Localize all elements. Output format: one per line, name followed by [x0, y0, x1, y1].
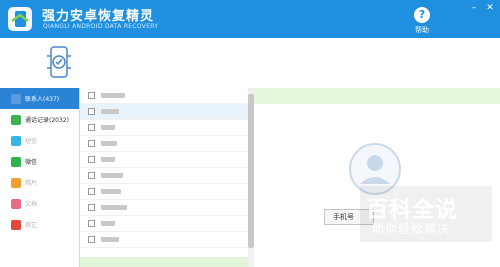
- sidebar-item-label: 文档: [25, 201, 38, 208]
- row-checkbox[interactable]: [88, 108, 95, 115]
- list-item[interactable]: [80, 136, 248, 152]
- apps-icon: [11, 219, 21, 230]
- row-checkbox[interactable]: [88, 220, 95, 227]
- row-checkbox[interactable]: [88, 92, 95, 99]
- list-item[interactable]: [80, 232, 248, 248]
- title-bar: 强力安卓恢复精灵 QIANGLI ANDROID DATA RECOVERY ?…: [0, 0, 500, 38]
- category-sidebar: 联系人(437) 通话记录(2032) 短信 微信 照片 文档 其它: [0, 88, 80, 267]
- blurred-contact-name: [101, 93, 125, 98]
- contacts-icon: [11, 93, 21, 104]
- sidebar-item-label: 其它: [25, 222, 38, 229]
- sidebar-item-call-log[interactable]: 通话记录(2032): [0, 109, 79, 130]
- help-label: 帮助: [415, 26, 429, 34]
- row-checkbox[interactable]: [88, 140, 95, 147]
- list-item[interactable]: [80, 168, 248, 184]
- blurred-contact-name: [101, 109, 119, 114]
- list-item[interactable]: [80, 184, 248, 200]
- row-checkbox[interactable]: [88, 236, 95, 243]
- help-button[interactable]: ? 帮助: [410, 7, 434, 35]
- blurred-contact-name: [101, 141, 117, 146]
- blurred-contact-name: [101, 173, 123, 178]
- sidebar-item-label: 通话记录(2032): [25, 117, 69, 124]
- photo-icon: [11, 177, 21, 188]
- sidebar-item-label: 照片: [25, 180, 38, 187]
- sidebar-item-other[interactable]: 其它: [0, 214, 79, 235]
- device-scan-icon: [47, 46, 71, 78]
- banner: [0, 38, 500, 88]
- minimize-icon[interactable]: –: [468, 2, 480, 14]
- window-controls: – ✕: [468, 2, 496, 14]
- phone-icon: [11, 114, 21, 125]
- list-item[interactable]: [80, 88, 248, 104]
- sidebar-item-photos[interactable]: 照片: [0, 172, 79, 193]
- sms-icon: [11, 135, 21, 146]
- row-checkbox[interactable]: [88, 156, 95, 163]
- blurred-contact-name: [101, 221, 115, 226]
- document-icon: [11, 198, 21, 209]
- blurred-contact-name: [101, 157, 115, 162]
- blurred-contact-name: [101, 125, 115, 130]
- close-icon[interactable]: ✕: [484, 2, 496, 14]
- blurred-contact-name: [101, 205, 127, 210]
- list-item[interactable]: [80, 120, 248, 136]
- sidebar-item-label: 短信: [25, 138, 38, 145]
- list-item[interactable]: [80, 200, 248, 216]
- app-title: 强力安卓恢复精灵: [42, 9, 155, 24]
- app-subtitle: QIANGLI ANDROID DATA RECOVERY: [43, 23, 159, 30]
- list-status-strip: [80, 257, 248, 267]
- row-checkbox[interactable]: [88, 172, 95, 179]
- sidebar-item-documents[interactable]: 文档: [0, 193, 79, 214]
- sidebar-item-label: 联系人(437): [25, 96, 60, 103]
- row-checkbox[interactable]: [88, 188, 95, 195]
- row-checkbox[interactable]: [88, 204, 95, 211]
- detail-header-strip: [254, 88, 500, 104]
- blurred-contact-name: [101, 237, 119, 242]
- help-icon: ?: [414, 7, 430, 23]
- sidebar-item-contacts[interactable]: 联系人(437): [0, 88, 79, 109]
- blurred-contact-name: [101, 189, 121, 194]
- sidebar-item-label: 微信: [25, 159, 38, 166]
- sidebar-item-sms[interactable]: 短信: [0, 130, 79, 151]
- row-checkbox[interactable]: [88, 124, 95, 131]
- list-item[interactable]: [80, 104, 248, 120]
- app-logo-icon: [8, 7, 32, 31]
- app-window: 强力安卓恢复精灵 QIANGLI ANDROID DATA RECOVERY ?…: [0, 0, 500, 267]
- contact-list: [80, 88, 248, 267]
- list-item[interactable]: [80, 216, 248, 232]
- watermark-subtitle: 助你轻松解决: [372, 222, 451, 236]
- sidebar-item-wechat[interactable]: 微信: [0, 151, 79, 172]
- list-item[interactable]: [80, 152, 248, 168]
- wechat-icon: [11, 156, 21, 167]
